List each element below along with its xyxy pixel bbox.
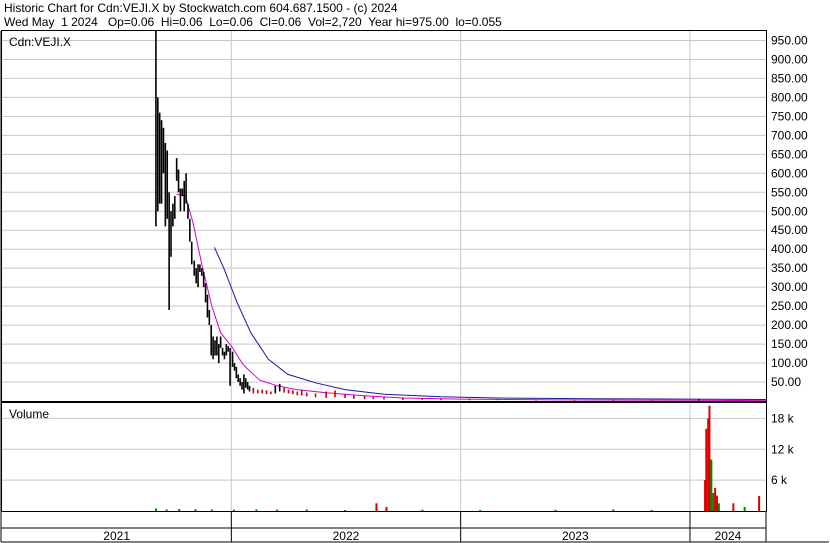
price-tick-label: 200.00 [771,318,808,332]
short-moving-average [176,193,767,402]
symbol-label: Cdn:VEJI.X [9,35,71,49]
price-tick-label: 850.00 [771,71,808,85]
long-moving-average [213,247,767,400]
price-tick-label: 500.00 [771,204,808,218]
price-tick-label: 950.00 [771,33,808,47]
price-tick-label: 900.00 [771,52,808,66]
price-tick-label: 800.00 [771,90,808,104]
price-tick-label: 650.00 [771,147,808,161]
short-ma-line [176,193,767,402]
volume-tick-label: 12 k [771,442,795,456]
chart-frame [0,30,829,543]
grid-lines [2,31,766,511]
price-tick-label: 750.00 [771,109,808,123]
stock-chart: 950.00 900.00 850.00 800.00 750.00 700.00 650.… [0,30,829,543]
axis-labels: 950.00 900.00 850.00 800.00 750.00 700.00 650.… [103,33,808,543]
price-tick-label: 550.00 [771,185,808,199]
price-tick-label: 350.00 [771,261,808,275]
volume-panel-title: Volume [9,407,49,421]
price-panel-border [1,30,767,402]
price-bars [155,31,757,402]
price-tick-label: 450.00 [771,223,808,237]
long-ma-line [213,247,767,400]
year-tick-label: 2022 [333,529,360,543]
price-tick-label: 100.00 [771,356,808,370]
year-tick-label: 2021 [103,529,130,543]
price-tick-label: 150.00 [771,337,808,351]
volume-tick-label: 18 k [771,411,795,425]
price-tick-label: 400.00 [771,242,808,256]
price-tick-label: 300.00 [771,280,808,294]
volume-tick-label: 6 k [771,473,788,487]
price-tick-label: 250.00 [771,299,808,313]
price-tick-label: 600.00 [771,166,808,180]
volume-bars [154,405,761,511]
price-tick-label: 700.00 [771,128,808,142]
year-tick-label: 2023 [562,529,589,543]
year-tick-label: 2024 [715,529,742,543]
price-tick-label: 50.00 [771,375,801,389]
